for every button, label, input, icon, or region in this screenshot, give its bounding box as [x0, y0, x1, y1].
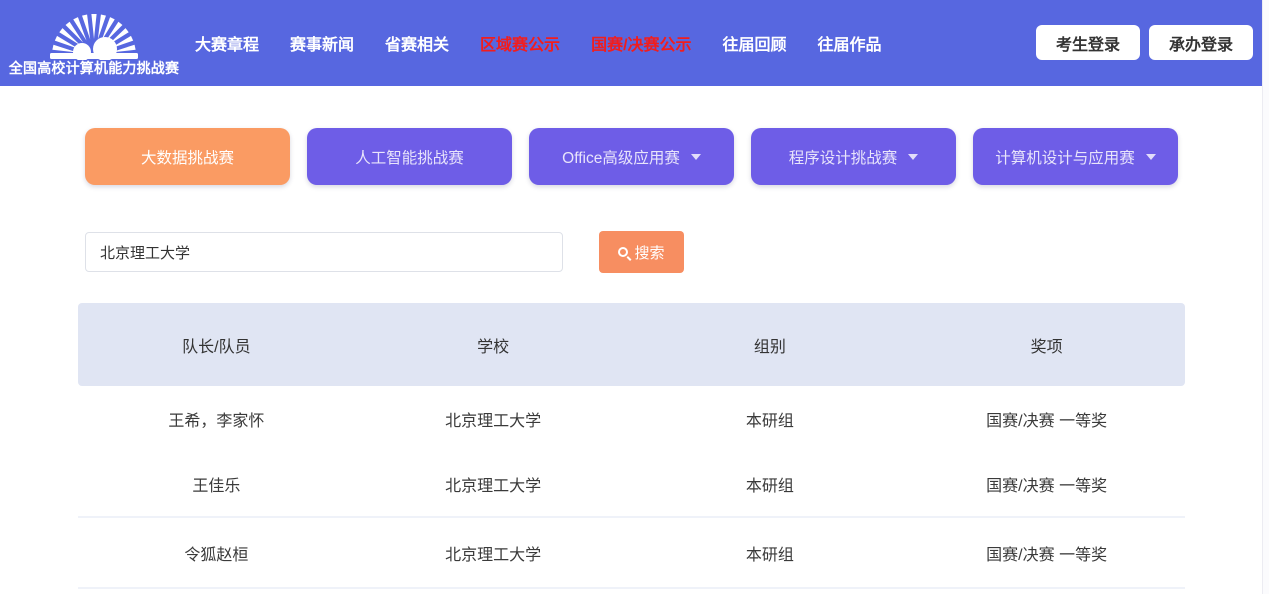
tab-big-data[interactable]: 大数据挑战赛 — [85, 128, 290, 185]
table-row: 王佳乐 北京理工大学 本研组 国赛/决赛 一等奖 — [78, 452, 1185, 518]
tab-label: 大数据挑战赛 — [141, 146, 234, 168]
chevron-down-icon — [691, 154, 701, 160]
cell-school: 北京理工大学 — [355, 541, 632, 565]
cell-members: 王佳乐 — [78, 472, 355, 496]
results-table: 队长/队员 学校 组别 奖项 王希，李家怀 北京理工大学 本研组 国赛/决赛 一… — [78, 303, 1185, 589]
logo-sunburst-icon — [43, 2, 145, 60]
cell-award: 国赛/决赛 一等奖 — [908, 541, 1185, 565]
chevron-down-icon — [908, 154, 918, 160]
nav-item-charter[interactable]: 大赛章程 — [195, 31, 259, 55]
tab-artificial-intelligence[interactable]: 人工智能挑战赛 — [307, 128, 512, 185]
tab-programming[interactable]: 程序设计挑战赛 — [751, 128, 956, 185]
site-logo[interactable]: 全国高校计算机能力挑战赛 — [4, 2, 184, 78]
cell-award: 国赛/决赛 一等奖 — [908, 472, 1185, 496]
cell-group: 本研组 — [632, 541, 909, 565]
nav-item-national-final-announcement[interactable]: 国赛/决赛公示 — [591, 31, 691, 55]
tab-label: Office高级应用赛 — [562, 146, 680, 168]
col-header-group: 组别 — [632, 333, 909, 357]
search-button-label: 搜索 — [634, 242, 664, 263]
organizer-login-button[interactable]: 承办登录 — [1149, 25, 1253, 60]
nav-item-news[interactable]: 赛事新闻 — [290, 31, 354, 55]
tab-label: 人工智能挑战赛 — [355, 146, 464, 168]
cell-school: 北京理工大学 — [355, 407, 632, 431]
cell-award: 国赛/决赛 一等奖 — [908, 407, 1185, 431]
cell-group: 本研组 — [632, 472, 909, 496]
col-header-school: 学校 — [355, 333, 632, 357]
competition-tabs: 大数据挑战赛 人工智能挑战赛 Office高级应用赛 程序设计挑战赛 计算机设计… — [85, 128, 1178, 185]
cell-group: 本研组 — [632, 407, 909, 431]
school-search-input[interactable] — [85, 232, 563, 272]
candidate-login-button[interactable]: 考生登录 — [1036, 25, 1140, 60]
top-navbar: 全国高校计算机能力挑战赛 大赛章程 赛事新闻 省赛相关 区域赛公示 国赛/决赛公… — [0, 0, 1262, 86]
tab-label: 计算机设计与应用赛 — [995, 146, 1135, 168]
col-header-award: 奖项 — [908, 333, 1185, 357]
nav-item-past-works[interactable]: 往届作品 — [818, 31, 882, 55]
tab-office-advanced[interactable]: Office高级应用赛 — [529, 128, 734, 185]
table-row: 王希，李家怀 北京理工大学 本研组 国赛/决赛 一等奖 — [78, 386, 1185, 452]
cell-school: 北京理工大学 — [355, 472, 632, 496]
search-icon — [618, 247, 628, 257]
tab-label: 程序设计挑战赛 — [789, 146, 898, 168]
main-menu: 大赛章程 赛事新闻 省赛相关 区域赛公示 国赛/决赛公示 往届回顾 往届作品 — [195, 0, 882, 86]
table-row: 令狐赵桓 北京理工大学 本研组 国赛/决赛 一等奖 — [78, 518, 1185, 589]
search-button[interactable]: 搜索 — [599, 231, 684, 273]
tab-computer-design[interactable]: 计算机设计与应用赛 — [973, 128, 1178, 185]
scrollbar-track[interactable] — [1262, 0, 1269, 594]
table-header-row: 队长/队员 学校 组别 奖项 — [78, 303, 1185, 386]
cell-members: 令狐赵桓 — [78, 541, 355, 565]
cell-members: 王希，李家怀 — [78, 407, 355, 431]
logo-text: 全国高校计算机能力挑战赛 — [4, 58, 184, 78]
nav-item-provincial[interactable]: 省赛相关 — [385, 31, 449, 55]
auth-buttons: 考生登录 承办登录 — [1036, 25, 1253, 60]
nav-item-regional-announcement[interactable]: 区域赛公示 — [480, 31, 560, 55]
nav-item-past-review[interactable]: 往届回顾 — [723, 31, 787, 55]
chevron-down-icon — [1146, 154, 1156, 160]
col-header-members: 队长/队员 — [78, 333, 355, 357]
